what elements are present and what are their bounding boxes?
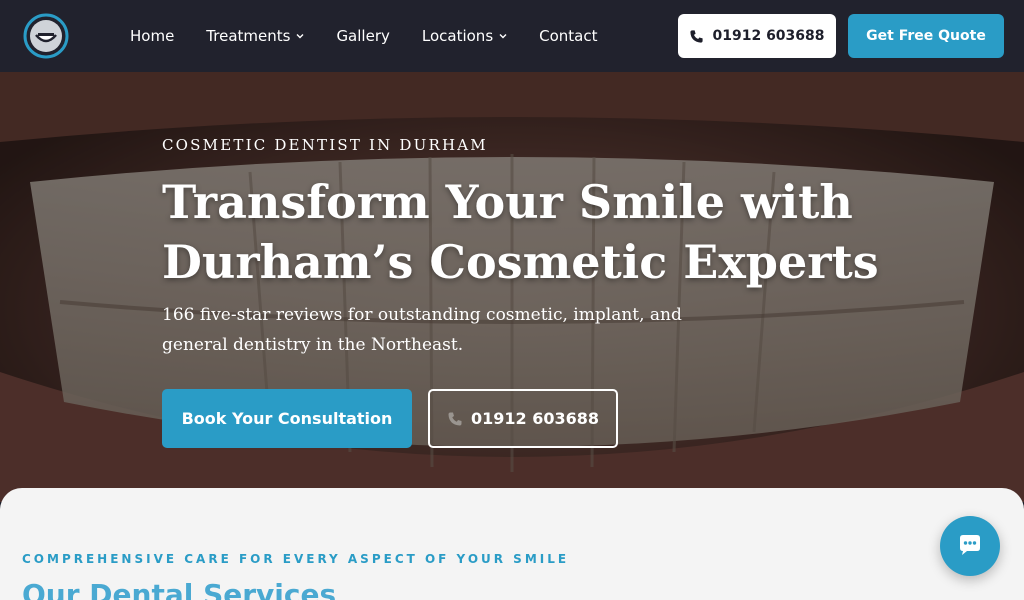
nav-item-locations[interactable]: Locations [422,27,507,45]
nav-item-contact[interactable]: Contact [539,27,597,45]
hero-eyebrow: COSMETIC DENTIST IN DURHAM [162,136,488,154]
hero-phone-label: 01912 603688 [470,409,600,428]
nav-item-label: Gallery [336,27,390,45]
main-menu: Home Treatments Gallery Locations Contac… [130,0,630,72]
phone-icon [447,411,463,427]
chat-button[interactable] [940,516,1000,576]
header-phone-button[interactable]: 01912 603688 [678,14,836,58]
nav-item-home[interactable]: Home [130,27,174,45]
chevron-down-icon [296,32,304,40]
phone-icon [689,29,704,44]
services-eyebrow: COMPREHENSIVE CARE FOR EVERY ASPECT OF Y… [22,552,570,566]
hero-headline-line1: Transform Your Smile with [162,175,853,229]
book-label: Book Your Consultation [181,409,393,428]
hero-headline-line2: Durham’s Cosmetic Experts [162,235,879,289]
nav-item-label: Home [130,27,175,45]
smile-logo-icon[interactable] [23,13,69,59]
hero-headline: Transform Your Smile with Durham’s Cosme… [162,172,882,292]
hero-subtext: 166 five-star reviews for outstanding co… [162,305,682,355]
chat-bubble-icon [960,535,980,555]
hero-phone-button[interactable]: 01912 603688 [428,389,618,448]
top-navigation: Home Treatments Gallery Locations Contac… [0,0,1024,72]
header-phone-label: 01912 603688 [712,28,825,44]
book-consultation-button[interactable]: Book Your Consultation [162,389,412,448]
hero-section: COSMETIC DENTIST IN DURHAM Transform You… [0,72,1024,502]
nav-item-treatments[interactable]: Treatments [206,27,304,45]
nav-item-label: Locations [421,27,494,45]
services-section: COMPREHENSIVE CARE FOR EVERY ASPECT OF Y… [0,488,1024,600]
quote-label: Get Free Quote [866,28,986,44]
nav-item-label: Treatments [206,27,291,45]
nav-item-label: Contact [539,27,598,45]
services-title: Our Dental Services [22,578,337,600]
nav-item-gallery[interactable]: Gallery [336,27,389,45]
get-free-quote-button[interactable]: Get Free Quote [848,14,1004,58]
chevron-down-icon [499,32,507,40]
